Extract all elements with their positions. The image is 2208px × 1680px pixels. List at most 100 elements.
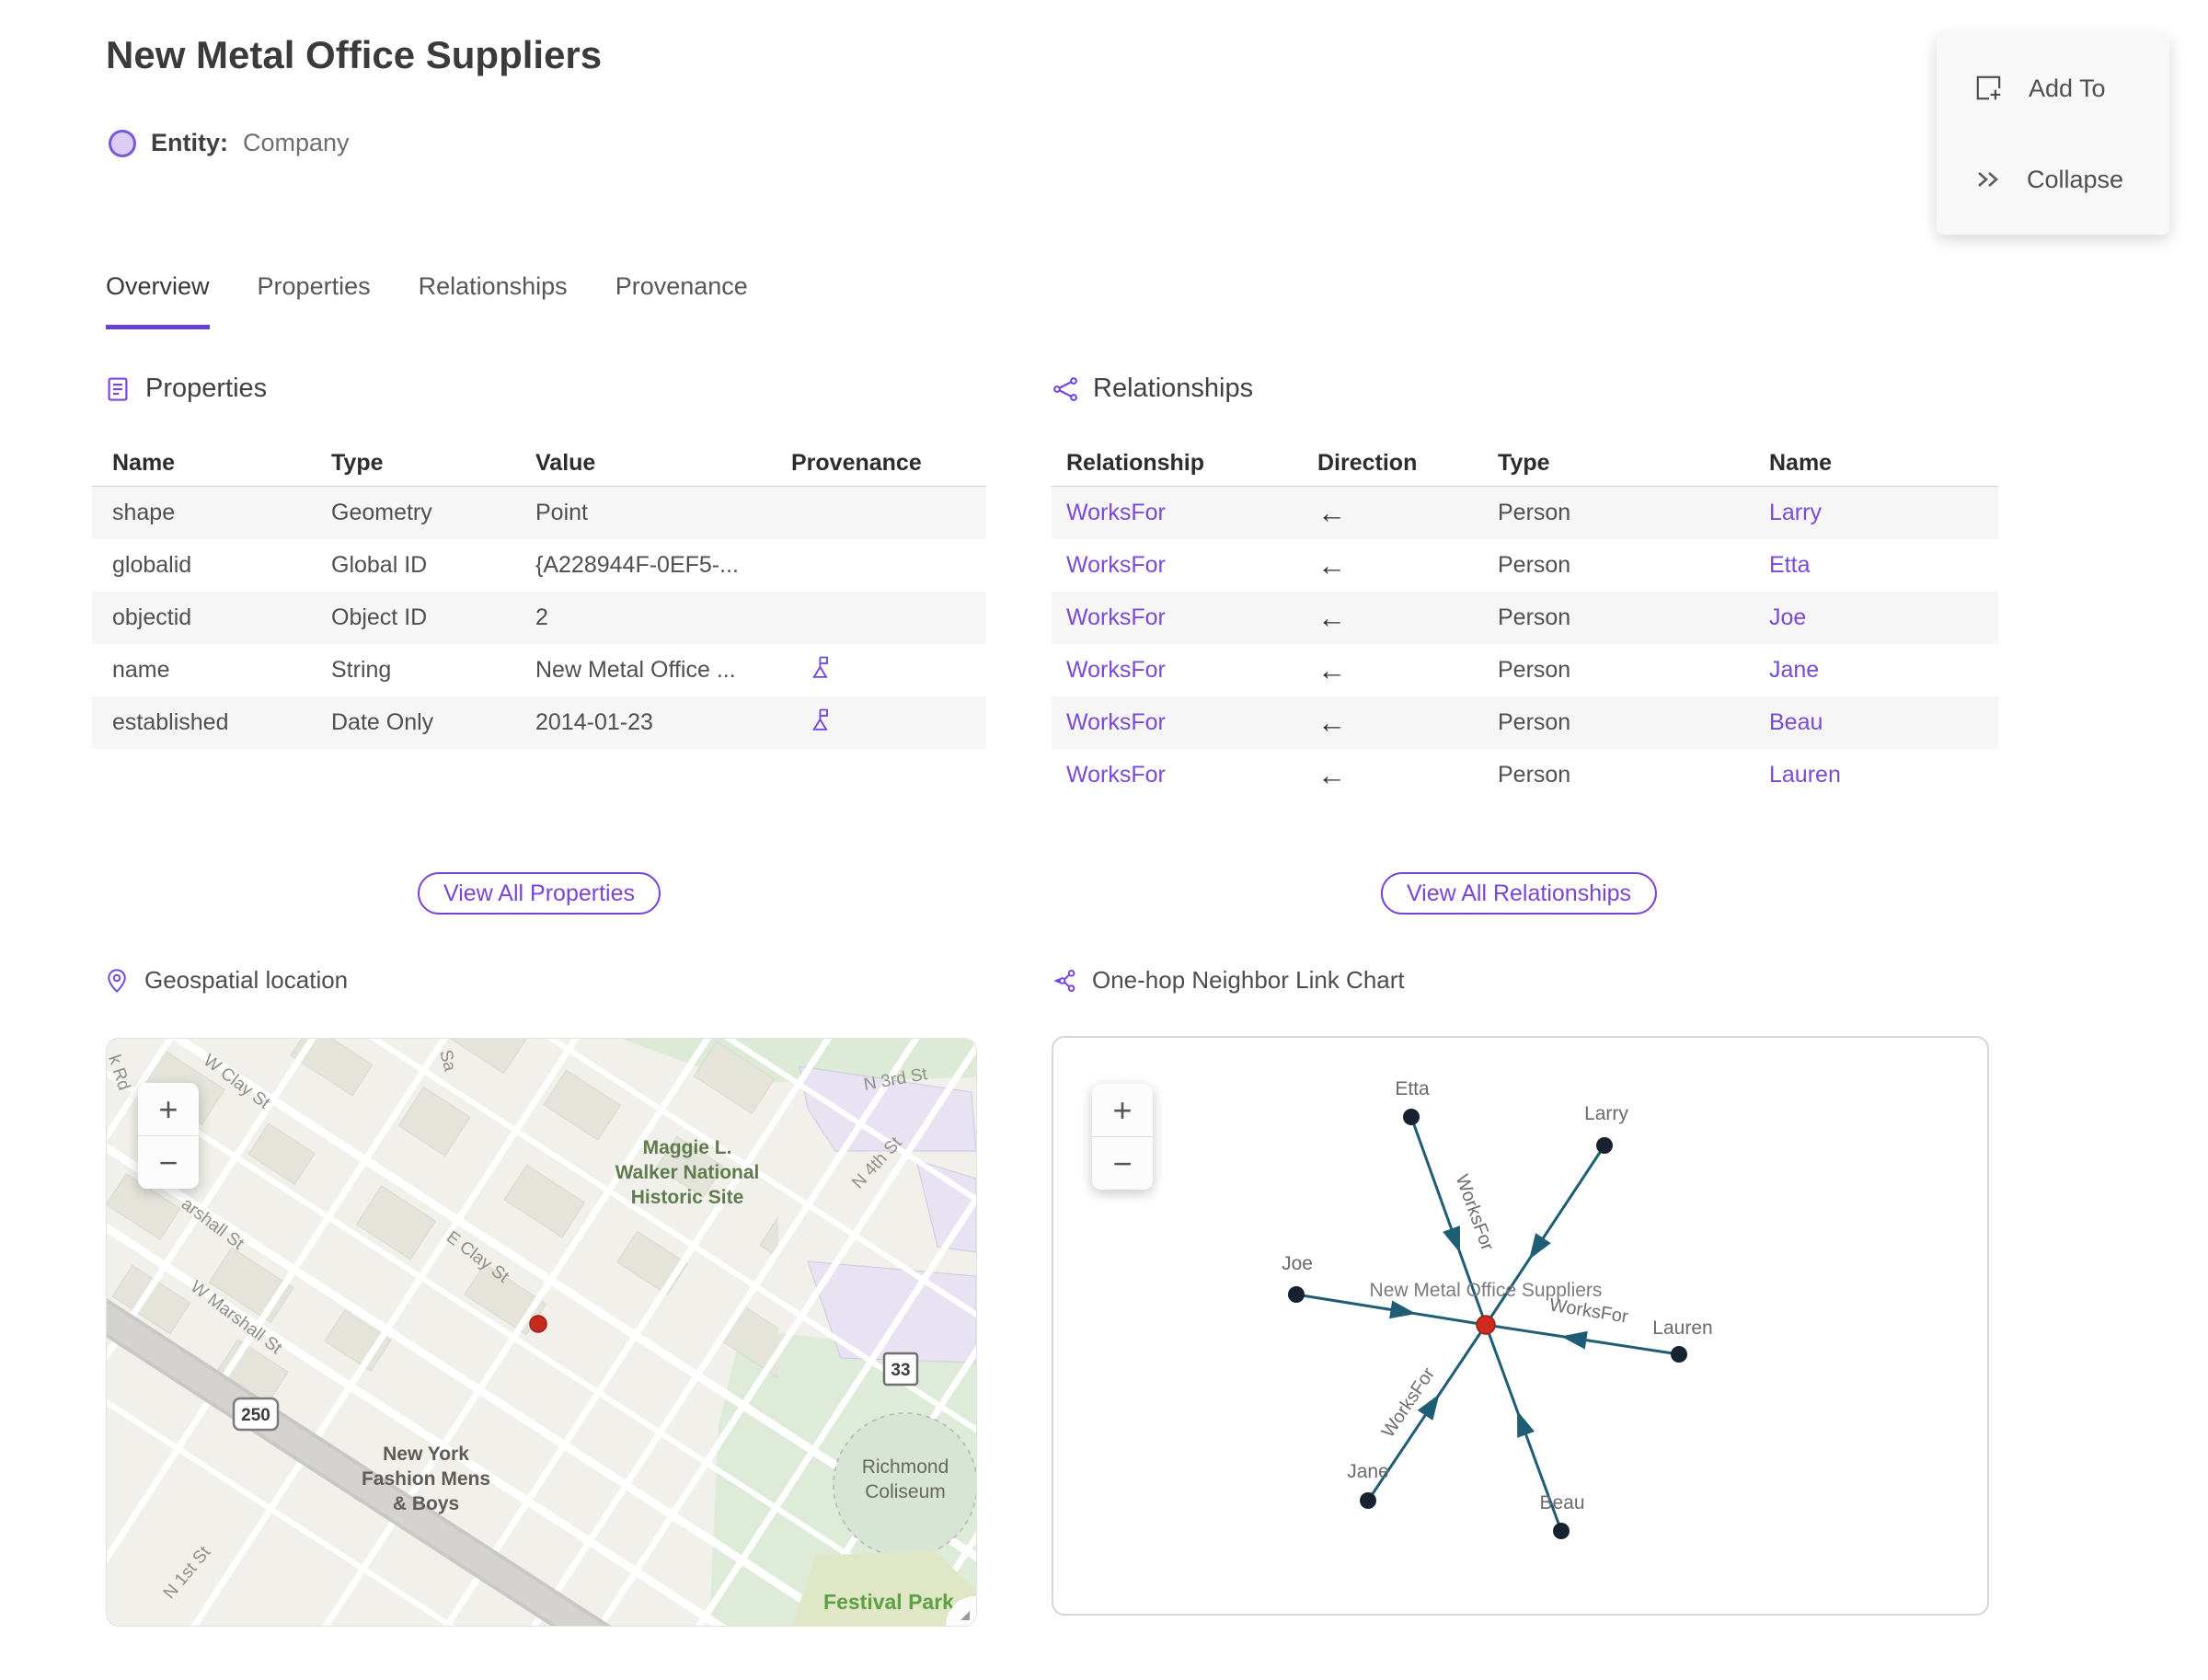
property-type: Object ID [331,604,428,630]
related-entity-link[interactable]: Etta [1754,552,1998,579]
properties-icon [108,376,128,401]
relationship-link[interactable]: WorksFor [1052,552,1303,579]
node-jane[interactable] [1360,1492,1376,1509]
entity-type-value: Company [243,129,350,156]
collapse-label: Collapse [2027,165,2124,193]
property-row: objectid Object ID 2 [92,592,986,644]
related-type: Person [1498,709,1571,735]
node-joe[interactable] [1288,1286,1305,1303]
property-name: name [112,657,170,683]
related-entity-link[interactable]: Lauren [1754,762,1998,788]
relationship-link[interactable]: WorksFor [1052,604,1303,631]
properties-section-title: Properties [145,374,268,403]
link-chart[interactable]: WorksFor WorksFor WorksFor New Metal Off… [1052,1036,1989,1616]
geospatial-section-header: Geospatial location [104,966,348,995]
link-chart-canvas: WorksFor WorksFor WorksFor New Metal Off… [1282,1078,1713,1539]
view-all-relationships-button[interactable]: View All Relationships [1380,872,1658,915]
properties-section-header: Properties [104,374,267,404]
tab-bar: Overview Properties Relationships Proven… [106,272,748,329]
tab-overview[interactable]: Overview [106,272,210,329]
direction-arrow: ← [1317,496,1346,529]
node-beau[interactable] [1553,1523,1570,1539]
entity-label: Entity: [151,129,228,156]
node-label-lauren: Lauren [1652,1318,1712,1339]
property-row: shape Geometry Point [92,487,986,539]
relationship-link[interactable]: WorksFor [1052,657,1303,684]
col-name: Name [112,449,176,476]
provenance-flag-icon[interactable] [808,707,834,732]
map-zoom-in-button[interactable]: + [138,1083,199,1135]
add-to-label: Add To [2029,74,2106,102]
node-lauren[interactable] [1671,1346,1687,1363]
entity-subtitle: Entity: Company [109,129,350,157]
property-name: objectid [112,604,192,630]
node-larry[interactable] [1596,1137,1613,1154]
property-type: Geometry [331,500,432,525]
direction-arrow: ← [1317,758,1346,791]
edge-lauren[interactable] [1485,1323,1680,1356]
related-entity-link[interactable]: Jane [1754,657,1998,684]
svg-text:Fashion Mens: Fashion Mens [362,1468,490,1490]
map[interactable]: W Clay St k Rd Sa arshall St W Marshall … [106,1038,977,1627]
property-name: globalid [112,552,192,578]
related-entity-link[interactable]: Larry [1754,500,1998,526]
property-value: New Metal Office ... [535,657,736,683]
map-zoom-control: + − [138,1083,199,1189]
link-chart-zoom-out-button[interactable]: − [1092,1136,1153,1190]
relationships-section-header: Relationships [1052,374,1253,404]
property-type: Global ID [331,552,428,578]
svg-text:New York: New York [383,1444,469,1465]
property-row: name String New Metal Office ... [92,644,986,696]
direction-arrow: ← [1317,601,1346,634]
direction-arrow: ← [1317,653,1346,686]
map-canvas: W Clay St k Rd Sa arshall St W Marshall … [107,1039,976,1626]
direction-arrow: ← [1317,548,1346,581]
relationship-row: WorksFor ← Person Lauren [1052,749,1998,801]
tab-relationships[interactable]: Relationships [419,272,568,329]
node-center-entity[interactable] [1476,1315,1496,1335]
page-title: New Metal Office Suppliers [106,33,603,76]
svg-text:Richmond: Richmond [862,1456,949,1478]
tab-properties[interactable]: Properties [258,272,371,329]
link-chart-zoom-control: + − [1092,1084,1153,1190]
property-type: Date Only [331,709,434,735]
relationship-link[interactable]: WorksFor [1052,709,1303,736]
related-type: Person [1498,657,1571,683]
node-label-beau: Beau [1539,1492,1584,1513]
node-etta[interactable] [1403,1109,1420,1125]
route-shield-33: 33 [882,1352,919,1387]
property-row: established Date Only 2014-01-23 [92,696,986,749]
actions-panel: Add To Collapse [1937,32,2169,235]
collapse-button[interactable]: Collapse [1973,165,2169,194]
view-all-properties-button[interactable]: View All Properties [418,872,661,915]
col-name: Name [1769,449,1833,476]
add-to-button[interactable]: Add To [1973,73,2169,104]
node-label-larry: Larry [1584,1103,1628,1124]
entity-type-badge [109,129,136,157]
col-type: Type [331,449,384,476]
tab-provenance[interactable]: Provenance [615,272,748,329]
related-type: Person [1498,552,1571,578]
entity-detail-page: New Metal Office Suppliers Entity: Compa… [0,0,2208,1680]
relationship-row: WorksFor ← Person Joe [1052,592,1998,644]
relationship-row: WorksFor ← Person Beau [1052,696,1998,749]
properties-table-header: Name Type Value Provenance [92,440,986,487]
property-name: established [112,709,229,735]
relationship-link[interactable]: WorksFor [1052,500,1303,526]
link-chart-zoom-in-button[interactable]: + [1092,1084,1153,1136]
entity-location-marker[interactable] [529,1315,547,1333]
node-label-joe: Joe [1282,1253,1313,1274]
related-entity-link[interactable]: Joe [1754,604,1998,631]
link-chart-icon [1053,969,1075,992]
geospatial-section-title: Geospatial location [144,966,349,994]
link-chart-section-title: One-hop Neighbor Link Chart [1092,966,1405,994]
related-entity-link[interactable]: Beau [1754,709,1998,736]
provenance-flag-icon[interactable] [808,654,834,680]
col-direction: Direction [1317,449,1418,476]
properties-table: Name Type Value Provenance shape Geometr… [92,440,986,749]
relationships-icon [1053,376,1077,401]
relationship-link[interactable]: WorksFor [1052,762,1303,788]
map-zoom-out-button[interactable]: − [138,1135,199,1189]
property-type: String [331,657,392,683]
direction-arrow: ← [1317,706,1346,739]
